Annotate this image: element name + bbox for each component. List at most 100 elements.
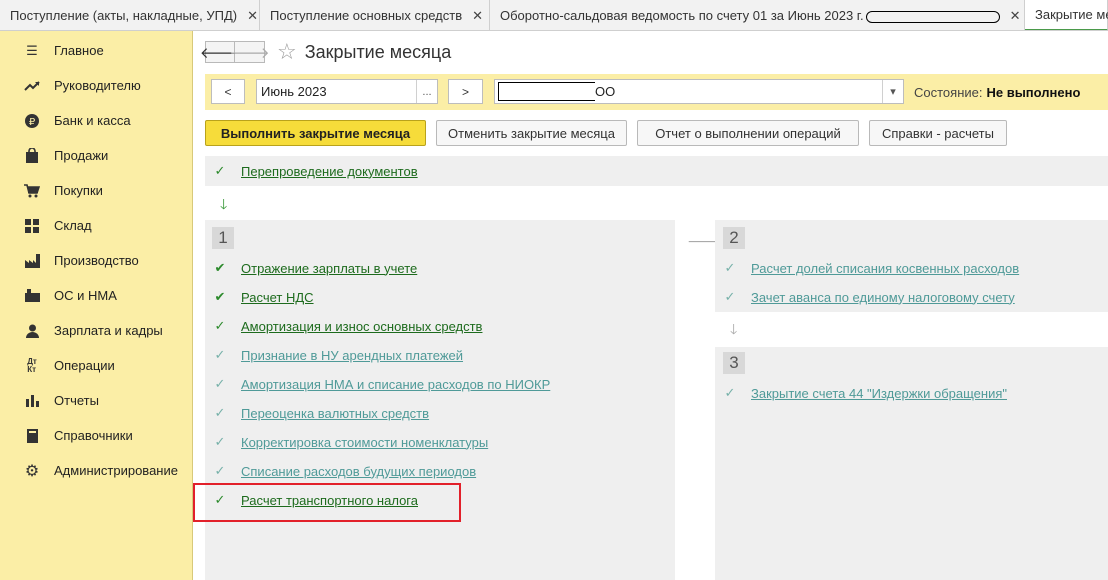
check-icon: ✓ [724,385,736,400]
tab-bar: Поступление (акты, накладные, УПД) ✕ Пос… [0,0,1108,31]
organization-value: ОО [595,84,616,99]
step-link[interactable]: Списание расходов будущих периодов [241,464,476,479]
step-link[interactable]: Корректировка стоимости номенклатуры [241,435,488,450]
check-icon: ✓ [214,405,226,420]
prev-period-button[interactable]: < [211,79,245,104]
step-link[interactable]: Расчет долей списания косвенных расходов [751,261,1019,276]
list-item: ✓ Корректировка стоимости номенклатуры [213,433,489,451]
step-number: 3 [723,352,745,374]
sidebar-item-production[interactable]: Производство [0,243,192,278]
menu-icon: ☰ [26,42,38,58]
step-link[interactable]: Зачет аванса по единому налоговому счету [751,290,1015,305]
sidebar-item-label: ОС и НМА [54,288,117,303]
chart-trend-icon [24,78,40,94]
step-link[interactable]: Закрытие счета 44 "Издержки обращения" [751,386,1007,401]
sidebar-item-bank[interactable]: ₽ Банк и касса [0,103,192,138]
calculation-info-button[interactable]: Справки - расчеты [869,120,1007,146]
book-icon [24,428,40,444]
check-icon: ✓ [214,163,226,178]
sidebar-item-sales[interactable]: Продажи [0,138,192,173]
sidebar-item-directories[interactable]: Справочники [0,418,192,453]
assets-icon [24,288,40,304]
sidebar-item-purchases[interactable]: Покупки [0,173,192,208]
tab-month-closing[interactable]: Закрытие ме [1025,0,1108,30]
sidebar-item-assets[interactable]: ОС и НМА [0,278,192,313]
sidebar-item-main[interactable]: ☰ Главное [0,33,192,68]
sidebar-item-operations[interactable]: Дт Кт Операции [0,348,192,383]
sidebar-item-label: Администрирование [54,463,178,478]
sidebar-item-label: Главное [54,43,104,58]
sidebar-item-label: Склад [54,218,92,233]
person-icon [24,323,40,339]
sidebar: ☰ Главное Руководителю ₽ Банк и касса Пр… [0,31,193,580]
sidebar-item-manager[interactable]: Руководителю [0,68,192,103]
check-icon: ✓ [214,318,226,333]
list-item: ✓ Амортизация и износ основных средств [213,317,483,335]
list-item: ✓ Амортизация НМА и списание расходов по… [213,375,551,393]
dt-kt-icon: Дт Кт [27,356,37,374]
svg-text:₽: ₽ [29,117,36,128]
close-icon[interactable]: ✕ [472,0,483,30]
favorite-star-icon[interactable]: ☆ [277,39,297,65]
step-link[interactable]: Переоценка валютных средств [241,406,429,421]
tab-label: Поступление основных средств [270,8,463,23]
tab-turnover-balance[interactable]: Оборотно-сальдовая ведомость по счету 01… [490,0,1025,30]
sidebar-item-label: Банк и касса [54,113,131,128]
step-link[interactable]: Признание в НУ арендных платежей [241,348,463,363]
sidebar-item-salary[interactable]: Зарплата и кадры [0,313,192,348]
page-title: Закрытие месяца [304,41,452,62]
list-item: ✓ Закрытие счета 44 "Издержки обращения" [723,384,1007,402]
operations-report-button[interactable]: Отчет о выполнении операций [637,120,859,146]
forward-button[interactable]: 🡒 [229,41,270,63]
list-item: ✓ Зачет аванса по единому налоговому сче… [723,288,1015,306]
list-item: ✓ Списание расходов будущих периодов [213,462,477,480]
filter-bar: < Июнь 2023 ... > ОО ▾ Состояние: Не выпо… [205,74,1108,110]
step-link[interactable]: Перепроведение документов [241,164,418,179]
arrow-down-icon: 🡓 [220,196,228,212]
tab-label: Оборотно-сальдовая ведомость по счету 01… [500,0,1000,30]
step-3-panel [715,347,1108,580]
ruble-icon: ₽ [24,113,40,129]
cancel-closing-button[interactable]: Отменить закрытие месяца [436,120,627,146]
list-item: ✔ Расчет НДС [213,288,314,306]
step-link[interactable]: Расчет НДС [241,290,314,305]
sidebar-item-reports[interactable]: Отчеты [0,383,192,418]
sidebar-item-label: Покупки [54,183,103,198]
double-check-icon: ✔ [214,260,226,275]
step-link[interactable]: Отражение зарплаты в учете [241,261,417,276]
sidebar-item-label: Отчеты [54,393,99,408]
bag-icon [24,148,40,164]
cart-icon [24,183,40,199]
step-link[interactable]: Амортизация и износ основных средств [241,319,482,334]
double-check-icon: ✔ [214,289,226,304]
check-icon: ✓ [214,463,226,478]
sidebar-item-label: Зарплата и кадры [54,323,163,338]
bar-chart-icon [24,393,40,409]
status-value: Не выполнено [986,85,1081,100]
sidebar-item-admin[interactable]: ⚙ Администрирование [0,453,192,488]
chevron-down-icon[interactable]: ▾ [882,80,903,103]
list-item: ✓ Переоценка валютных средств [213,404,430,422]
redacted-block [498,82,595,101]
redacted-block [865,10,1000,23]
close-icon[interactable]: ✕ [247,0,258,30]
tab-receipt-acts[interactable]: Поступление (акты, накладные, УПД) ✕ [0,0,260,30]
period-select-button[interactable]: ... [416,80,437,103]
tab-fixed-assets-receipt[interactable]: Поступление основных средств ✕ [260,0,490,30]
step-link[interactable]: Амортизация НМА и списание расходов по Н… [241,377,550,392]
list-item: ✓ Расчет долей списания косвенных расход… [723,259,1020,277]
period-field[interactable]: Июнь 2023 ... [256,79,438,104]
gear-icon: ⚙ [24,462,40,480]
sidebar-item-warehouse[interactable]: Склад [0,208,192,243]
next-period-button[interactable]: > [448,79,483,104]
status-label: Состояние: [914,85,983,100]
list-item: ✔ Отражение зарплаты в учете [213,259,418,277]
period-value: Июнь 2023 [261,84,327,99]
close-icon[interactable]: ✕ [1010,0,1021,30]
run-closing-button[interactable]: Выполнить закрытие месяца [205,120,426,146]
step-number: 2 [723,227,745,249]
grid-icon [24,218,40,234]
organization-field[interactable]: ОО ▾ [494,79,904,104]
status: Состояние: Не выполнено [914,85,1080,100]
sidebar-item-label: Продажи [54,148,109,163]
